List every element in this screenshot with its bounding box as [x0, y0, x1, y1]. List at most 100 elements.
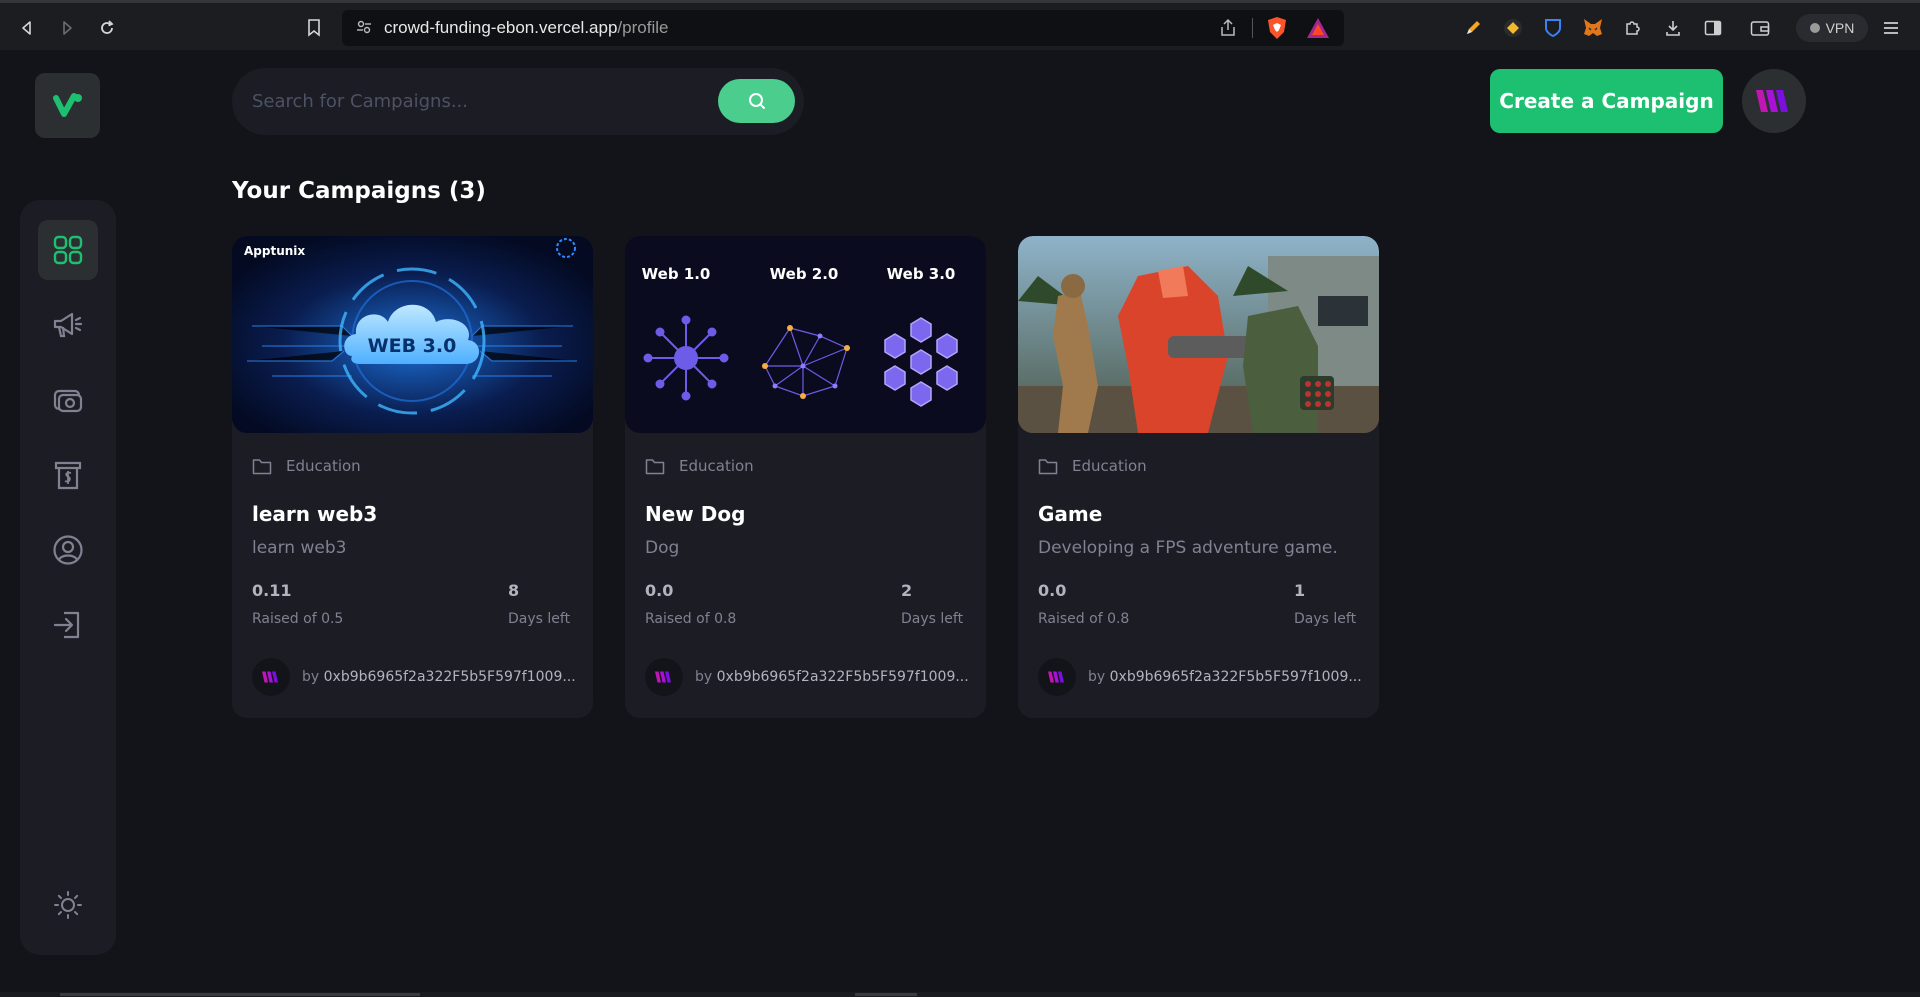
- pen-extension-icon[interactable]: [1460, 15, 1486, 41]
- search-bar: [232, 68, 804, 135]
- brand-text: Apptunix: [244, 244, 305, 258]
- campaign-image: [1018, 236, 1379, 433]
- web3-label: Web 3.0: [887, 265, 956, 283]
- forward-icon[interactable]: [52, 13, 82, 43]
- campaign-card[interactable]: WEB 3.0 Apptunix Education learn web3 le…: [232, 236, 593, 718]
- logout-icon: [53, 611, 80, 639]
- dashboard-icon: [53, 235, 83, 265]
- megaphone-icon: [53, 312, 83, 338]
- brave-shield-icon[interactable]: [1266, 16, 1288, 44]
- sidebar-item-theme[interactable]: [38, 875, 98, 935]
- sidebar-item-dashboard[interactable]: [38, 220, 98, 280]
- thirdweb-logo-icon: [1756, 90, 1788, 112]
- bitwarden-extension-icon[interactable]: [1540, 15, 1566, 41]
- sidebar: [20, 200, 116, 955]
- campaign-description: Developing a FPS adventure game.: [1038, 538, 1338, 558]
- owner-text: by 0xb9b6965f2a322F5b5F597f1009...: [302, 669, 576, 685]
- owner-text: by 0xb9b6965f2a322F5b5F597f1009...: [695, 669, 969, 685]
- thirdweb-logo-icon: [655, 671, 671, 683]
- thirdweb-logo-icon: [1048, 671, 1064, 683]
- vpn-label: VPN: [1825, 20, 1855, 36]
- sidebar-item-profile[interactable]: [38, 520, 98, 580]
- raised-label: Raised of 0.8: [645, 611, 737, 627]
- scrollbar-thumb[interactable]: [60, 993, 420, 996]
- owner-avatar: [645, 658, 683, 696]
- folder-icon: [1038, 458, 1058, 474]
- search-input[interactable]: [252, 80, 712, 122]
- logo-icon: [52, 92, 82, 117]
- owner-address: 0xb9b6965f2a322F5b5F597f1009...: [716, 669, 969, 685]
- days-left-label: Days left: [508, 611, 571, 627]
- raised-amount: 0.0: [1038, 581, 1067, 600]
- campaign-image: WEB 3.0 Apptunix: [232, 236, 593, 433]
- address-bar[interactable]: crowd-funding-ebon.vercel.app/profile: [342, 10, 1344, 46]
- owner-row: by 0xb9b6965f2a322F5b5F597f1009...: [1038, 658, 1362, 696]
- web1-label: Web 1.0: [642, 265, 711, 283]
- campaign-title: Game: [1038, 502, 1103, 526]
- bookmark-icon[interactable]: [299, 13, 329, 43]
- owner-avatar: [252, 658, 290, 696]
- days-left-value: 1: [1294, 581, 1306, 600]
- raised-label: Raised of 0.8: [1038, 611, 1130, 627]
- back-icon[interactable]: [12, 13, 42, 43]
- campaign-image: Web 1.0 Web 2.0 Web 3.0: [625, 236, 986, 433]
- browser-toolbar: crowd-funding-ebon.vercel.app/profile VP: [0, 0, 1920, 50]
- category-label: Education: [1072, 457, 1147, 475]
- thirdweb-logo-icon: [262, 671, 278, 683]
- search-button[interactable]: [718, 79, 795, 123]
- category-row: Education: [1038, 457, 1147, 475]
- sidebar-item-logout[interactable]: [38, 595, 98, 655]
- campaign-description: Dog: [645, 538, 680, 558]
- web3-badge-text: WEB 3.0: [368, 335, 457, 357]
- extensions-icon[interactable]: [1620, 15, 1646, 41]
- folder-icon: [252, 458, 272, 474]
- owner-address: 0xb9b6965f2a322F5b5F597f1009...: [323, 669, 576, 685]
- create-campaign-button[interactable]: Create a Campaign: [1490, 69, 1723, 133]
- metamask-icon[interactable]: [1580, 15, 1606, 41]
- withdraw-icon: [54, 461, 82, 490]
- menu-icon[interactable]: [1878, 15, 1904, 41]
- logo-home-link[interactable]: [35, 73, 100, 138]
- reload-icon[interactable]: [92, 13, 122, 43]
- category-row: Education: [645, 457, 754, 475]
- campaign-title: New Dog: [645, 502, 746, 526]
- sun-icon: [54, 891, 82, 919]
- search-icon: [748, 93, 765, 109]
- web2-label: Web 2.0: [770, 265, 839, 283]
- owner-address: 0xb9b6965f2a322F5b5F597f1009...: [1109, 669, 1362, 685]
- days-left-label: Days left: [1294, 611, 1357, 627]
- payment-icon: [53, 389, 83, 413]
- divider: [1252, 18, 1253, 38]
- section-title: Your Campaigns (3): [232, 178, 486, 204]
- brave-rewards-icon[interactable]: [1306, 17, 1330, 43]
- days-left-value: 2: [901, 581, 913, 600]
- site-settings-icon[interactable]: [356, 19, 372, 39]
- campaign-card[interactable]: Education Game Developing a FPS adventur…: [1018, 236, 1379, 718]
- raised-label: Raised of 0.5: [252, 611, 344, 627]
- sidebar-toggle-icon[interactable]: [1700, 15, 1726, 41]
- days-left-value: 8: [508, 581, 520, 600]
- sidebar-item-withdraw[interactable]: [38, 445, 98, 505]
- category-label: Education: [679, 457, 754, 475]
- owner-text: by 0xb9b6965f2a322F5b5F597f1009...: [1088, 669, 1362, 685]
- folder-icon: [645, 458, 665, 474]
- user-avatar[interactable]: [1742, 69, 1806, 133]
- download-icon[interactable]: [1660, 15, 1686, 41]
- vpn-status-icon: [1809, 23, 1820, 33]
- scrollbar-thumb[interactable]: [855, 993, 917, 996]
- campaign-title: learn web3: [252, 502, 378, 526]
- sidebar-item-campaign[interactable]: [38, 295, 98, 355]
- share-icon[interactable]: [1218, 18, 1238, 42]
- campaign-card[interactable]: Web 1.0 Web 2.0 Web 3.0 Education New Do…: [625, 236, 986, 718]
- campaign-description: learn web3: [252, 538, 347, 558]
- sidebar-item-payment[interactable]: [38, 370, 98, 430]
- owner-row: by 0xb9b6965f2a322F5b5F597f1009...: [252, 658, 576, 696]
- category-row: Education: [252, 457, 361, 475]
- url-text: crowd-funding-ebon.vercel.app/profile: [384, 18, 669, 37]
- raised-amount: 0.0: [645, 581, 674, 600]
- days-left-label: Days left: [901, 611, 964, 627]
- vpn-button[interactable]: VPN: [1796, 14, 1868, 42]
- wallet-icon[interactable]: [1747, 15, 1773, 41]
- owner-avatar: [1038, 658, 1076, 696]
- binance-extension-icon[interactable]: [1500, 15, 1526, 41]
